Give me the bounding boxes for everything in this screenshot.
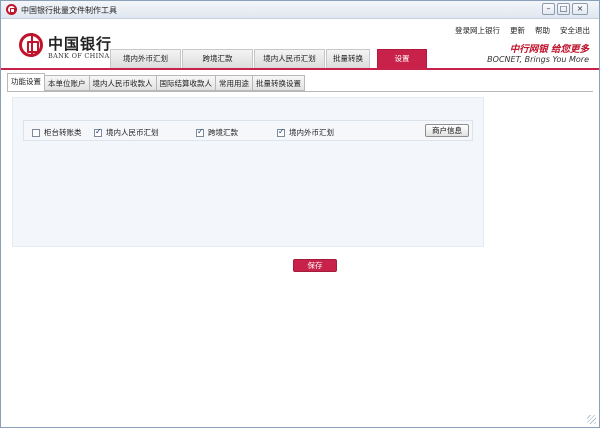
option-counter-transfer[interactable]: 柜台转账类 — [32, 127, 82, 138]
account-info-button[interactable]: 商户信息 — [425, 124, 469, 137]
option-label: 跨境汇款 — [208, 128, 238, 137]
app-window: 中国银行批量文件制作工具 – □ × 中国银行 BANK OF CHINA 登录… — [0, 0, 600, 428]
help-link[interactable]: 帮助 — [535, 25, 550, 36]
boc-logo-icon — [19, 33, 43, 57]
maximize-button[interactable]: □ — [557, 3, 570, 15]
subtab-function-settings[interactable]: 功能设置 — [7, 73, 45, 92]
function-options-row: 柜台转账类 境内人民币汇划 跨境汇款 境内外币汇划 — [23, 120, 473, 141]
tab-domestic-foreign-transfer[interactable]: 境内外币汇划 — [110, 49, 181, 68]
login-online-banking-link[interactable]: 登录网上银行 — [455, 25, 500, 36]
subtab-common-purposes[interactable]: 常用用途 — [216, 75, 253, 91]
tab-settings[interactable]: 设置 — [377, 49, 427, 68]
logo-chinese-text: 中国银行 — [48, 35, 113, 53]
header-divider — [1, 68, 599, 70]
main-tab-bar: 境内外币汇划 跨境汇款 境内人民币汇划 批量转换 设置 — [110, 49, 427, 68]
slogan-secondary: BOCNET, Brings You More — [487, 55, 589, 64]
bank-logo-icon — [6, 4, 17, 15]
checkbox-cross-border-remittance[interactable] — [196, 127, 204, 137]
tab-cross-border-remittance[interactable]: 跨境汇款 — [182, 49, 253, 68]
tab-batch-conversion[interactable]: 批量转换 — [326, 49, 370, 68]
tab-domestic-rmb-transfer[interactable]: 境内人民币汇划 — [254, 49, 325, 68]
option-label: 境内人民币汇划 — [106, 128, 159, 137]
option-domestic-foreign-transfer[interactable]: 境内外币汇划 — [277, 127, 334, 138]
title-bar[interactable]: 中国银行批量文件制作工具 – □ × — [1, 1, 599, 19]
resize-grip-icon[interactable] — [587, 415, 596, 424]
option-cross-border-remittance[interactable]: 跨境汇款 — [196, 127, 238, 138]
subtab-domestic-rmb-payees[interactable]: 境内人民币收款人 — [89, 75, 157, 91]
close-button[interactable]: × — [572, 3, 588, 15]
checkbox-domestic-foreign-transfer[interactable] — [277, 127, 285, 137]
logo-english-text: BANK OF CHINA — [48, 52, 110, 60]
slogan-primary: 中行网银 给您更多 — [509, 44, 589, 55]
settings-sub-tabs: 功能设置 本单位账户 境内人民币收款人 国际结算收款人 常用用途 批量转换设置 — [7, 73, 305, 92]
subtab-batch-conversion-settings[interactable]: 批量转换设置 — [253, 75, 305, 91]
update-link[interactable]: 更新 — [510, 25, 525, 36]
subtab-international-payees[interactable]: 国际结算收款人 — [156, 75, 216, 91]
minimize-button[interactable]: – — [542, 3, 555, 15]
option-label: 柜台转账类 — [44, 128, 82, 137]
checkbox-counter-transfer[interactable] — [32, 128, 40, 137]
top-links: 登录网上银行 更新 帮助 安全退出 — [455, 25, 590, 36]
option-label: 境内外币汇划 — [289, 128, 334, 137]
subtab-own-accounts[interactable]: 本单位账户 — [45, 75, 90, 91]
window-title: 中国银行批量文件制作工具 — [21, 6, 117, 15]
option-domestic-rmb-transfer[interactable]: 境内人民币汇划 — [94, 127, 159, 138]
save-button[interactable]: 保存 — [293, 259, 337, 272]
checkbox-domestic-rmb-transfer[interactable] — [94, 127, 102, 137]
secure-exit-link[interactable]: 安全退出 — [560, 25, 590, 36]
